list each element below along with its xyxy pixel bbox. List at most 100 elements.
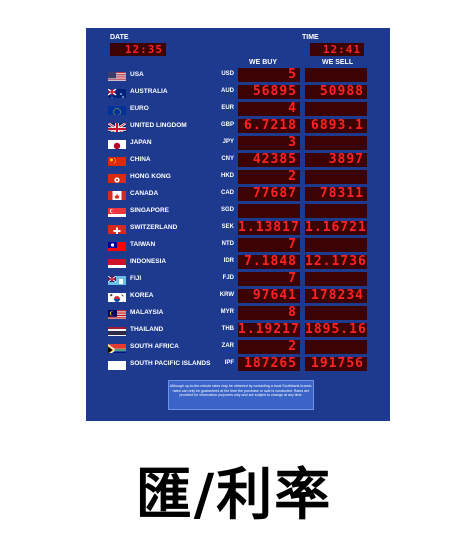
buy-rate-display: 2 bbox=[238, 170, 300, 184]
flag-uk-icon bbox=[108, 120, 126, 132]
rate-row-ntd: TAIWAN NTD 7 bbox=[86, 238, 390, 252]
flag-japan-icon bbox=[108, 137, 126, 149]
rate-row-fjd: FIJI FJD 7 bbox=[86, 272, 390, 286]
buy-rate-display: 1.13817 bbox=[238, 220, 300, 235]
we-buy-header: WE BUY bbox=[249, 59, 277, 66]
currency-code: SGD bbox=[220, 207, 234, 213]
country-name: EURO bbox=[130, 105, 149, 112]
currency-code: NTD bbox=[221, 241, 234, 247]
flag-fiji-icon bbox=[108, 273, 126, 285]
rate-row-thb: THAILAND THB 1.19217 1895.16 bbox=[86, 323, 390, 337]
flag-singapore-icon bbox=[108, 205, 126, 217]
flag-china-icon bbox=[108, 154, 126, 166]
country-name: SINGAPORE bbox=[130, 207, 170, 214]
country-name: THAILAND bbox=[130, 326, 164, 333]
country-name: CHINA bbox=[130, 156, 151, 163]
rate-row-hkd: HONG KONG HKD 2 bbox=[86, 170, 390, 184]
rate-row-aud: AUSTRALIA AUD 56895 50988 bbox=[86, 85, 390, 99]
buy-rate-display: 97641 bbox=[238, 289, 300, 303]
flag-southafrica-icon bbox=[108, 341, 126, 353]
buy-rate-display: 6.7218 bbox=[238, 119, 300, 133]
buy-rate-display: 4 bbox=[238, 102, 300, 116]
country-name: TAIWAN bbox=[130, 241, 156, 248]
sell-rate-display: 50988 bbox=[305, 85, 367, 99]
currency-code: CNY bbox=[221, 156, 234, 162]
flag-malaysia-icon bbox=[108, 307, 126, 319]
buy-rate-display bbox=[238, 204, 300, 218]
sell-rate-display bbox=[305, 170, 367, 184]
flag-euro-icon bbox=[108, 103, 126, 115]
sell-rate-display bbox=[305, 102, 367, 116]
flag-taiwan-icon bbox=[108, 239, 126, 251]
sell-rate-display: 1.16721 bbox=[305, 220, 367, 235]
time-display: 12:41 bbox=[310, 43, 364, 56]
country-name: SOUTH AFRICA bbox=[130, 343, 179, 350]
flag-korea-icon bbox=[108, 290, 126, 302]
disclaimer-note: Although up-to-the-minute rates may be o… bbox=[168, 380, 314, 410]
rate-row-eur: EURO EUR 4 bbox=[86, 102, 390, 116]
country-name: INDONESIA bbox=[130, 258, 167, 265]
rate-row-sek: SWITZERLAND SEK 1.13817 1.16721 bbox=[86, 221, 390, 235]
currency-code: GBP bbox=[220, 122, 234, 128]
country-name: AUSTRALIA bbox=[130, 88, 168, 95]
rate-row-usd: USA USD 5 bbox=[86, 68, 390, 82]
rate-row-gbp: UNITED LINGDOM GBP 6.7218 6893.1 bbox=[86, 119, 390, 133]
currency-code: IDR bbox=[223, 258, 234, 264]
flag-canada-icon bbox=[108, 188, 126, 200]
time-label: TIME bbox=[302, 34, 319, 41]
sell-rate-display bbox=[305, 204, 367, 218]
currency-code: ZAR bbox=[221, 343, 234, 349]
sell-rate-display: 6893.1 bbox=[305, 119, 367, 133]
country-name: UNITED LINGDOM bbox=[130, 122, 187, 129]
date-display: 12:35 bbox=[110, 43, 166, 56]
rate-row-ipf: SOUTH PACIFIC ISLANDS IPF 187265 191756 bbox=[86, 357, 390, 371]
currency-code: KRW bbox=[219, 292, 234, 298]
sell-rate-display bbox=[305, 306, 367, 320]
currency-code: MYR bbox=[220, 309, 234, 315]
sell-rate-display bbox=[305, 68, 367, 82]
country-name: CANADA bbox=[130, 190, 159, 197]
sell-rate-display bbox=[305, 238, 367, 252]
buy-rate-display: 42385 bbox=[238, 153, 300, 167]
currency-code: USD bbox=[221, 71, 234, 77]
caption-title: 匯/利率 bbox=[135, 463, 333, 528]
exchange-rate-board: DATE 12:35 TIME 12:41 WE BUY WE SELL USA… bbox=[86, 28, 390, 421]
buy-rate-display: 56895 bbox=[238, 85, 300, 99]
buy-rate-display: 8 bbox=[238, 306, 300, 320]
flag-hongkong-icon bbox=[108, 171, 126, 183]
rate-row-krw: KOREA KRW 97641 178234 bbox=[86, 289, 390, 303]
rate-row-cny: CHINA CNY 42385 3897 bbox=[86, 153, 390, 167]
sell-rate-display bbox=[305, 340, 367, 354]
buy-rate-display: 2 bbox=[238, 340, 300, 354]
country-name: SWITZERLAND bbox=[130, 224, 178, 231]
country-name: SOUTH PACIFIC ISLANDS bbox=[130, 360, 211, 367]
flag-usa-icon bbox=[108, 69, 126, 81]
country-name: USA bbox=[130, 71, 144, 78]
rate-row-myr: MALAYSIA MYR 8 bbox=[86, 306, 390, 320]
currency-code: HKD bbox=[221, 173, 234, 179]
currency-code: THB bbox=[221, 326, 234, 332]
rate-row-idr: INDONESIA IDR 7.1848 12.1736 bbox=[86, 255, 390, 269]
buy-rate-display: 7 bbox=[238, 238, 300, 252]
country-name: HONG KONG bbox=[130, 173, 171, 180]
currency-code: JPY bbox=[222, 139, 234, 145]
buy-rate-display: 5 bbox=[238, 68, 300, 82]
sell-rate-display bbox=[305, 272, 367, 286]
flag-thailand-icon bbox=[108, 324, 126, 336]
we-sell-header: WE SELL bbox=[322, 59, 354, 66]
flag-indonesia-icon bbox=[108, 256, 126, 268]
sell-rate-display: 191756 bbox=[305, 357, 367, 371]
sell-rate-display: 12.1736 bbox=[305, 254, 367, 269]
country-name: MALAYSIA bbox=[130, 309, 164, 316]
currency-code: FJD bbox=[222, 275, 234, 281]
buy-rate-display: 3 bbox=[238, 136, 300, 150]
sell-rate-display: 178234 bbox=[305, 289, 367, 303]
date-label: DATE bbox=[110, 34, 129, 41]
currency-code: AUD bbox=[221, 88, 234, 94]
country-name: FIJI bbox=[130, 275, 142, 282]
rate-row-cad: CANADA CAD 77687 78311 bbox=[86, 187, 390, 201]
currency-code: IPF bbox=[224, 360, 234, 366]
buy-rate-display: 187265 bbox=[238, 357, 300, 371]
currency-code: CAD bbox=[221, 190, 234, 196]
rate-row-jpy: JAPAN JPY 3 bbox=[86, 136, 390, 150]
